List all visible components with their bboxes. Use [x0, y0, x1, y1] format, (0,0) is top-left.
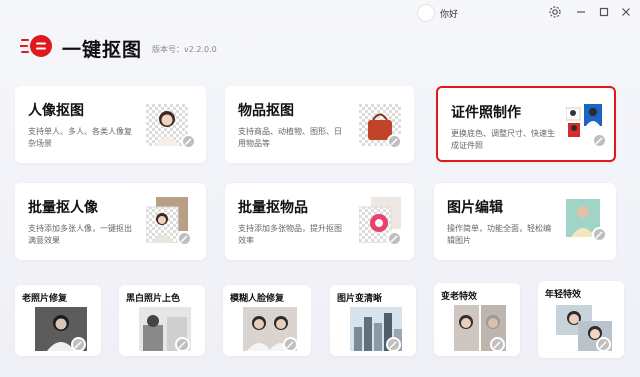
avatar[interactable]: [418, 5, 434, 21]
card-object-cutout[interactable]: 物品抠图 支持商品、动植物、图形、日用物品等: [225, 86, 414, 163]
magic-wand-icon: [596, 337, 611, 352]
card-aging-effect[interactable]: 变老特效: [434, 283, 520, 356]
card-title: 年轻特效: [545, 290, 582, 300]
title-bar: 你好: [0, 0, 640, 26]
magic-wand-icon: [387, 231, 402, 246]
card-title: 变老特效: [441, 292, 478, 302]
version-label: 版本号：v2.2.0.0: [152, 45, 217, 54]
close-icon[interactable]: [619, 5, 633, 19]
card-old-photo-repair[interactable]: 老照片修复: [15, 285, 101, 356]
card-title: 图片编辑: [447, 200, 503, 216]
card-title: 物品抠图: [238, 103, 294, 119]
card-title: 模糊人脸修复: [230, 294, 285, 304]
card-image-enhance[interactable]: 图片变清晰: [330, 285, 416, 356]
card-title: 图片变清晰: [337, 294, 383, 304]
card-image-edit[interactable]: 图片编辑 操作简单，功能全面，轻松编辑图片: [434, 183, 616, 260]
magic-wand-icon: [175, 337, 190, 352]
card-title: 批量抠人像: [28, 200, 98, 216]
card-batch-object[interactable]: 批量抠物品 支持添加多张物品，提升抠图效率: [225, 183, 414, 260]
magic-wand-icon: [181, 134, 196, 149]
card-title: 证件照制作: [451, 105, 521, 121]
magic-wand-icon: [592, 227, 607, 242]
card-title: 批量抠物品: [238, 200, 308, 216]
magic-wand-icon: [490, 337, 505, 352]
card-desc: 支持商品、动植物、图形、日用物品等: [238, 127, 342, 148]
card-batch-portrait[interactable]: 批量抠人像 支持添加多张人像，一键抠出满意效果: [15, 183, 206, 260]
card-desc: 支持添加多张人像，一键抠出满意效果: [28, 224, 132, 245]
card-desc: 支持添加多张物品，提升抠图效率: [238, 224, 342, 245]
magic-wand-icon: [71, 337, 86, 352]
minimize-icon[interactable]: [574, 5, 588, 19]
magic-wand-icon: [386, 337, 401, 352]
app-logo-icon: [19, 34, 54, 58]
card-desc: 更换底色、调整尺寸、快速生成证件照: [451, 129, 555, 150]
card-desc: 支持单人、多人、各类人像复杂场景: [28, 127, 132, 148]
magic-wand-icon: [592, 133, 607, 148]
card-young-effect[interactable]: 年轻特效: [538, 281, 624, 358]
maximize-icon[interactable]: [597, 5, 611, 19]
card-desc: 操作简单，功能全面，轻松编辑图片: [447, 224, 551, 245]
card-portrait-cutout[interactable]: 人像抠图 支持单人、多人、各类人像复杂场景: [15, 86, 206, 163]
card-title: 人像抠图: [28, 103, 84, 119]
card-colorize[interactable]: 黑白照片上色: [119, 285, 205, 356]
card-blur-face-repair[interactable]: 模糊人脸修复: [223, 285, 311, 356]
app-title: 一键抠图: [62, 39, 143, 61]
card-id-photo[interactable]: 证件照制作 更换底色、调整尺寸、快速生成证件照: [436, 86, 616, 162]
username[interactable]: 你好: [440, 7, 458, 20]
card-title: 黑白照片上色: [126, 294, 181, 304]
magic-wand-icon: [387, 134, 402, 149]
card-title: 老照片修复: [22, 294, 68, 304]
settings-icon[interactable]: [548, 5, 562, 19]
magic-wand-icon: [177, 231, 192, 246]
magic-wand-icon: [283, 337, 298, 352]
